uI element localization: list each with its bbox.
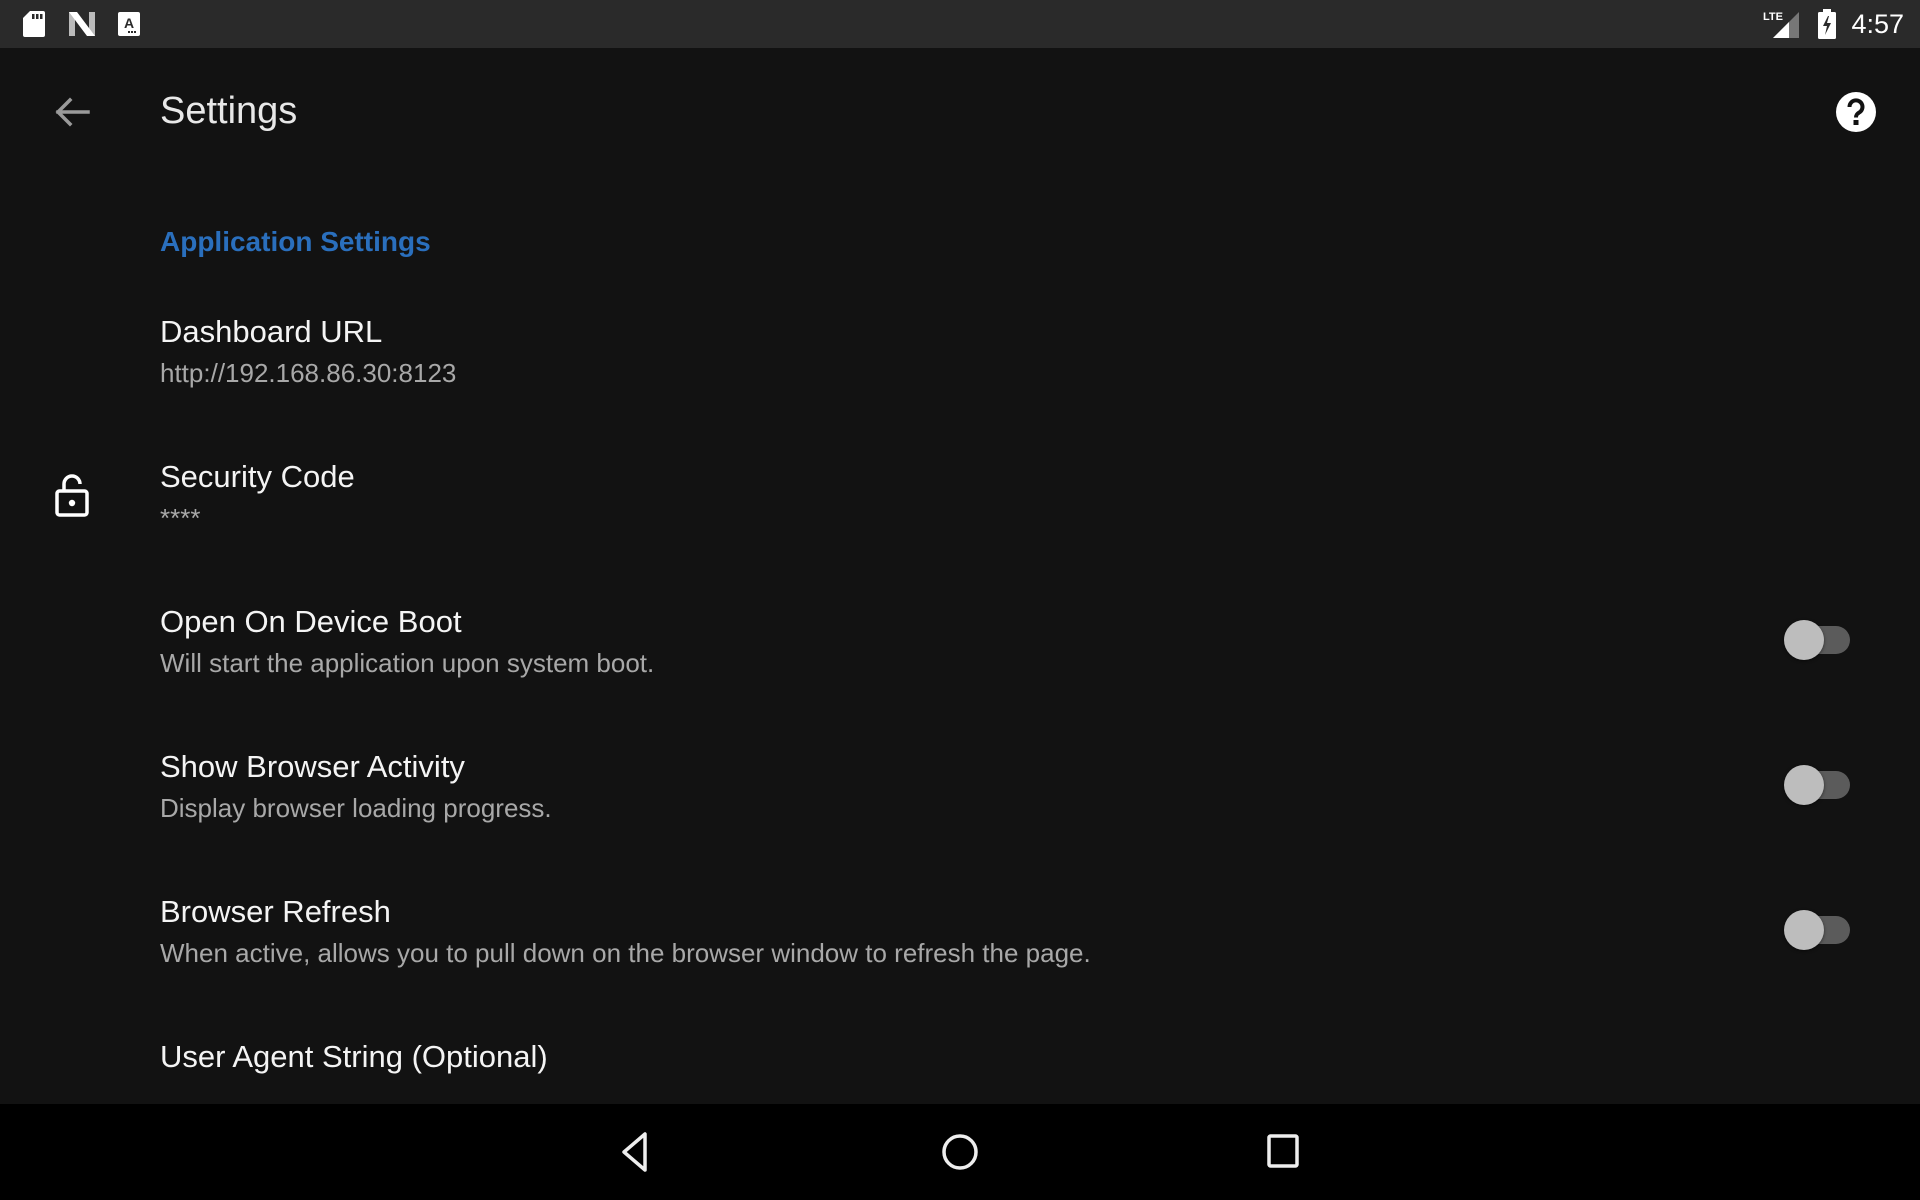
help-button[interactable]	[1832, 88, 1880, 136]
svg-text:A: A	[124, 15, 134, 31]
setting-title: Security Code	[160, 459, 355, 494]
setting-title: Browser Refresh	[160, 894, 391, 929]
status-bar: A LTE 4:57	[0, 0, 1920, 48]
lock-open-icon	[55, 474, 89, 517]
setting-security-code[interactable]: Security Code ****	[0, 445, 1920, 590]
setting-title: Dashboard URL	[160, 314, 383, 349]
accessibility-a-icon: A	[118, 12, 140, 36]
setting-browser-refresh[interactable]: Browser Refresh When active, allows you …	[0, 880, 1920, 1025]
nav-back-button[interactable]	[612, 1128, 660, 1176]
notification-icons: A	[22, 10, 140, 38]
svg-text:LTE: LTE	[1763, 11, 1783, 23]
nav-recents-icon	[1267, 1134, 1299, 1168]
battery-charging-icon	[1818, 9, 1837, 39]
browser-refresh-toggle[interactable]	[1784, 910, 1852, 950]
toggle-thumb	[1784, 620, 1824, 660]
setting-summary: http://192.168.86.30:8123	[160, 358, 457, 388]
open-on-boot-toggle[interactable]	[1784, 620, 1852, 660]
nav-home-button[interactable]	[936, 1128, 984, 1176]
setting-title: User Agent String (Optional)	[160, 1039, 548, 1074]
setting-show-browser-activity[interactable]: Show Browser Activity Display browser lo…	[0, 735, 1920, 880]
toggle-thumb	[1784, 910, 1824, 950]
back-button[interactable]	[48, 88, 96, 136]
setting-summary: ****	[160, 503, 201, 533]
page-title: Settings	[160, 90, 298, 132]
arrow-back-icon	[55, 97, 90, 127]
setting-summary: When active, allows you to pull down on …	[160, 938, 1091, 968]
system-nav-bar	[0, 1104, 1920, 1200]
setting-title: Show Browser Activity	[160, 749, 465, 784]
system-status: LTE 4:57	[1763, 0, 1904, 48]
setting-dashboard-url[interactable]: Dashboard URL http://192.168.86.30:8123	[0, 300, 1920, 445]
app-bar: Settings	[0, 48, 1920, 176]
nova-launcher-icon	[69, 12, 95, 36]
clock: 4:57	[1851, 8, 1904, 39]
section-header-application-settings: Application Settings	[160, 226, 431, 257]
toggle-thumb	[1784, 765, 1824, 805]
nav-home-icon	[942, 1134, 978, 1170]
help-circle-icon	[1836, 92, 1876, 132]
setting-title: Open On Device Boot	[160, 604, 462, 639]
setting-summary: Will start the application upon system b…	[160, 648, 655, 678]
nav-recents-button[interactable]	[1259, 1128, 1307, 1176]
nav-back-icon	[622, 1132, 647, 1172]
setting-open-on-boot[interactable]: Open On Device Boot Will start the appli…	[0, 590, 1920, 735]
setting-summary: Display browser loading progress.	[160, 793, 552, 823]
sd-card-icon	[23, 11, 45, 37]
show-browser-activity-toggle[interactable]	[1784, 765, 1852, 805]
setting-user-agent[interactable]: User Agent String (Optional)	[0, 1025, 1920, 1104]
lte-signal-icon: LTE	[1763, 11, 1800, 38]
